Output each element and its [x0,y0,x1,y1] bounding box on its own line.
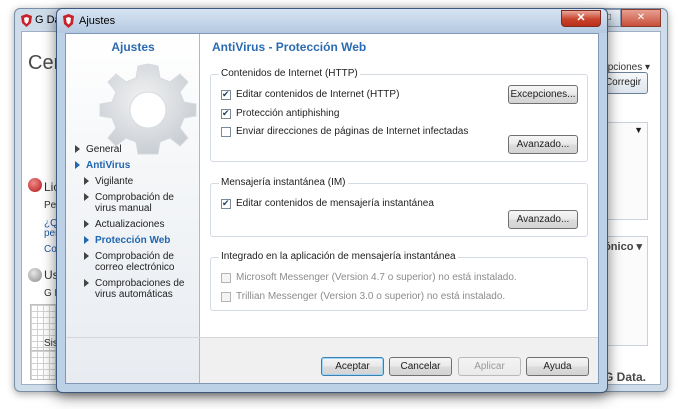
integrated-group-label: Integrado en la aplicación de mensajería… [219,251,458,262]
http-group-label: Contenidos de Internet (HTTP) [219,68,360,79]
checkbox-label: Editar contenidos de Internet (HTTP) [236,89,400,100]
nav-item-label: Comprobación de correo electrónico [95,251,175,273]
nav-arrow-icon [84,177,89,185]
nav-heading: Ajustes [111,40,155,54]
antiphishing-checkbox[interactable]: Protección antiphishing [221,108,339,119]
usage-icon [28,268,42,282]
nav-arrow-icon [75,145,80,153]
checkbox-box[interactable] [221,108,231,119]
checkbox-label: Microsoft Messenger (Version 4.7 o super… [236,272,517,283]
nav-item-web-protection[interactable]: Protección Web [66,235,199,246]
nav-item-label: Comprobación de virus manual [95,192,174,214]
nav-item-manual-scan[interactable]: Comprobación de virus manual [66,192,199,214]
nav-item-label: AntiVirus [86,160,131,171]
im-group-label: Mensajería instantánea (IM) [219,177,348,188]
http-advanced-button[interactable]: Avanzado... [508,135,578,154]
license-status-icon [28,178,42,192]
background-close-button[interactable]: ✕ [621,9,661,27]
nav-item-label: Actualizaciones [95,219,165,230]
nav-item-updates[interactable]: Actualizaciones [66,219,199,230]
checkbox-label: Enviar direcciones de páginas de Interne… [236,126,469,137]
trillian-messenger-checkbox: Trillian Messenger (Version 3.0 o superi… [221,291,505,302]
msn-messenger-checkbox: Microsoft Messenger (Version 4.7 o super… [221,272,517,283]
nav-item-vigilante[interactable]: Vigilante [66,176,199,187]
checkbox-label: Editar contenidos de mensajería instantá… [236,198,434,209]
nav-item-label: General [86,144,122,155]
dialog-body: Ajustes General AntiVirus Vigilante Comp… [65,33,599,384]
nav-arrow-icon [75,161,80,169]
http-group: Contenidos de Internet (HTTP) Editar con… [210,68,588,162]
settings-nav-pane: Ajustes General AntiVirus Vigilante Comp… [66,34,200,383]
settings-nav-list: General AntiVirus Vigilante Comprobación… [66,144,199,305]
checkbox-box[interactable] [221,89,231,100]
checkbox-box[interactable] [221,198,231,209]
apply-button[interactable]: Aplicar [458,357,521,376]
nav-arrow-icon [84,279,89,287]
footer-separator [66,337,598,338]
background-panel-title[interactable]: ónico ▾ [604,240,642,253]
chevron-down-icon[interactable]: ▼ [634,125,643,135]
gdata-shield-icon [21,14,32,27]
edit-im-content-checkbox[interactable]: Editar contenidos de mensajería instantá… [221,198,434,209]
integrated-group: Integrado en la aplicación de mensajería… [210,251,588,311]
checkbox-box[interactable] [221,126,231,137]
dialog-titlebar: Ajustes ✕ [57,9,607,33]
cancel-button[interactable]: Cancelar [389,357,452,376]
nav-item-label: Protección Web [95,235,171,246]
nav-arrow-icon [84,252,89,260]
checkbox-label: Trillian Messenger (Version 3.0 o superi… [236,291,506,302]
dialog-close-button[interactable]: ✕ [561,10,601,27]
checkbox-box [221,272,231,283]
exceptions-button[interactable]: Excepciones... [508,85,578,104]
nav-item-auto-scan[interactable]: Comprobaciones de virus automáticas [66,278,199,300]
nav-item-general[interactable]: General [66,144,199,155]
settings-content-pane: AntiVirus - Protección Web Contenidos de… [200,34,598,337]
nav-item-label: Comprobaciones de virus automáticas [95,278,185,300]
send-infected-urls-checkbox[interactable]: Enviar direcciones de páginas de Interne… [221,126,468,137]
gdata-shield-icon [63,14,74,28]
nav-item-email-scan[interactable]: Comprobación de correo electrónico [66,251,199,273]
dialog-title: Ajustes [79,15,116,27]
nav-item-antivirus[interactable]: AntiVirus [66,160,199,171]
im-group: Mensajería instantánea (IM) Editar conte… [210,177,588,237]
gear-icon [99,63,197,155]
nav-arrow-icon [84,236,89,244]
nav-arrow-icon [84,220,89,228]
nav-item-label: Vigilante [95,176,134,187]
help-button[interactable]: Ayuda [526,357,589,376]
checkbox-label: Protección antiphishing [236,108,340,119]
nav-arrow-icon [84,193,89,201]
checkbox-box [221,291,231,302]
edit-http-content-checkbox[interactable]: Editar contenidos de Internet (HTTP) [221,89,399,100]
page-title: AntiVirus - Protección Web [212,40,367,54]
settings-dialog: Ajustes ✕ Ajustes General AntiVirus Vigi… [56,8,608,393]
accept-button[interactable]: Aceptar [321,357,384,376]
im-advanced-button[interactable]: Avanzado... [508,210,578,229]
